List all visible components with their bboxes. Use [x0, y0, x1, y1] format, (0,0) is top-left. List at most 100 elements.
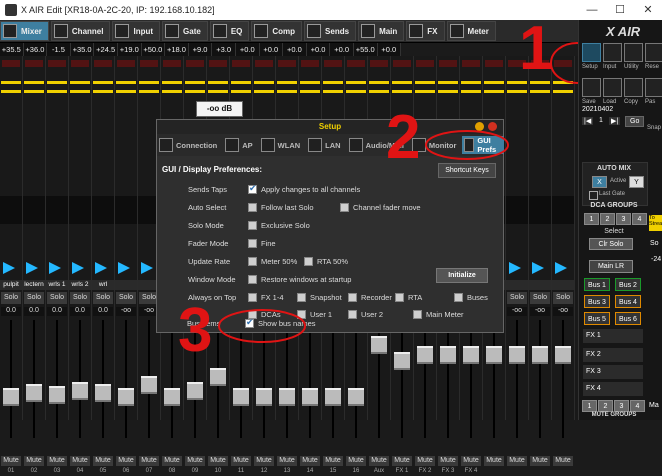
to-stream-button[interactable]: To Strea: [649, 215, 662, 231]
tab-fx[interactable]: FX: [406, 21, 445, 41]
prev-snapshot-button[interactable]: |◀: [582, 117, 594, 125]
play-icon[interactable]: [555, 262, 567, 274]
input-button[interactable]: [603, 43, 622, 62]
tab-wlan[interactable]: WLAN: [259, 136, 300, 154]
fader-knob[interactable]: [417, 346, 433, 364]
tab-mixer[interactable]: Mixer: [0, 21, 49, 41]
bus-3-button[interactable]: Bus 3: [584, 295, 610, 308]
channel-name[interactable]: [552, 280, 574, 290]
bus-1-button[interactable]: Bus 1: [584, 278, 610, 291]
close-button[interactable]: ✕: [634, 0, 662, 20]
mute-button[interactable]: Mute: [484, 456, 504, 466]
solo-button[interactable]: Solo: [24, 292, 44, 304]
dca-1-button[interactable]: 1: [584, 213, 599, 225]
play-icon[interactable]: [3, 262, 15, 274]
mute-button[interactable]: Mute: [369, 456, 389, 466]
fader-knob[interactable]: [210, 368, 226, 386]
tab-ap[interactable]: AP: [223, 136, 253, 154]
tab-eq[interactable]: EQ: [209, 21, 250, 41]
mute-button[interactable]: Mute: [231, 456, 251, 466]
channel-name[interactable]: wrls 2: [69, 280, 91, 290]
apply-all-checkbox[interactable]: [248, 183, 257, 194]
fader-knob[interactable]: [371, 336, 387, 354]
main-lr-button[interactable]: Main LR: [589, 260, 633, 273]
meter-50-checkbox[interactable]: [248, 257, 257, 266]
go-button[interactable]: Go: [625, 116, 645, 127]
bus-5-button[interactable]: Bus 5: [584, 312, 610, 325]
mute-button[interactable]: Mute: [254, 456, 274, 466]
bus-2-button[interactable]: Bus 2: [615, 278, 641, 291]
channel-name[interactable]: lectern: [23, 280, 45, 290]
mute-button[interactable]: Mute: [346, 456, 366, 466]
tab-input[interactable]: Input: [112, 21, 161, 41]
channel-name[interactable]: wrls 1: [46, 280, 68, 290]
mute-button[interactable]: Mute: [162, 456, 182, 466]
eq-thumbnail[interactable]: [0, 196, 22, 224]
eq-thumbnail[interactable]: [552, 196, 574, 224]
solo-button[interactable]: Solo: [70, 292, 90, 304]
fine-checkbox[interactable]: [248, 239, 257, 248]
tab-meter[interactable]: Meter: [446, 21, 496, 41]
last-gate-checkbox[interactable]: [589, 191, 598, 200]
buses-checkbox[interactable]: [454, 293, 463, 302]
solo-button[interactable]: Solo: [93, 292, 113, 304]
fader-knob[interactable]: [440, 346, 456, 364]
fader-knob[interactable]: [72, 382, 88, 400]
auto-mix-y-button[interactable]: Y: [629, 176, 644, 188]
fader-knob[interactable]: [486, 346, 502, 364]
solo-button[interactable]: Solo: [116, 292, 136, 304]
fader-knob[interactable]: [164, 388, 180, 406]
solo-button[interactable]: Solo: [1, 292, 21, 304]
eq-thumbnail[interactable]: [46, 196, 68, 224]
mute-button[interactable]: Mute: [185, 456, 205, 466]
minimize-button[interactable]: —: [578, 0, 606, 20]
mute-button[interactable]: Mute: [93, 456, 113, 466]
recorder-checkbox[interactable]: [348, 293, 357, 302]
snapshot-checkbox[interactable]: [297, 293, 306, 302]
channel-name[interactable]: [529, 280, 551, 290]
fader-move-checkbox[interactable]: [340, 203, 349, 212]
play-icon[interactable]: [49, 262, 61, 274]
play-icon[interactable]: [72, 262, 84, 274]
fader-knob[interactable]: [532, 346, 548, 364]
fader-knob[interactable]: [509, 346, 525, 364]
fader-knob[interactable]: [463, 346, 479, 364]
play-icon[interactable]: [509, 262, 521, 274]
fader-knob[interactable]: [555, 346, 571, 364]
play-icon[interactable]: [532, 262, 544, 274]
fader-knob[interactable]: [187, 382, 203, 400]
mute-button[interactable]: Mute: [277, 456, 297, 466]
restore-windows-checkbox[interactable]: [248, 275, 257, 284]
mute-button[interactable]: Mute: [461, 456, 481, 466]
fader-knob[interactable]: [348, 388, 364, 406]
mute-button[interactable]: Mute: [70, 456, 90, 466]
eq-thumbnail[interactable]: [23, 196, 45, 224]
mute-button[interactable]: Mute: [1, 456, 21, 466]
fader-knob[interactable]: [279, 388, 295, 406]
tab-gate[interactable]: Gate: [162, 21, 208, 41]
bus-4-button[interactable]: Bus 4: [615, 295, 641, 308]
paste-button[interactable]: [645, 78, 662, 97]
channel-name[interactable]: wrl: [92, 280, 114, 290]
setup-button[interactable]: [582, 43, 601, 62]
eq-thumbnail[interactable]: [115, 196, 137, 224]
fader-knob[interactable]: [394, 352, 410, 370]
fx-1-button[interactable]: FX 1: [583, 329, 643, 343]
solo-button[interactable]: Solo: [553, 292, 573, 304]
dca-4-button[interactable]: 4: [632, 213, 647, 225]
solo-button[interactable]: Solo: [530, 292, 550, 304]
mute-button[interactable]: Mute: [116, 456, 136, 466]
maximize-button[interactable]: ☐: [606, 0, 634, 20]
play-icon[interactable]: [118, 262, 130, 274]
reset-button[interactable]: [645, 43, 662, 62]
fader-knob[interactable]: [233, 388, 249, 406]
fader-knob[interactable]: [118, 388, 134, 406]
next-snapshot-button[interactable]: ▶|: [609, 117, 621, 125]
follow-solo-checkbox[interactable]: [248, 203, 257, 212]
mute-button[interactable]: Mute: [139, 456, 159, 466]
fader-knob[interactable]: [325, 388, 341, 406]
fader-knob[interactable]: [256, 388, 272, 406]
rta-checkbox[interactable]: [395, 293, 404, 302]
fader-knob[interactable]: [49, 386, 65, 404]
mute-button[interactable]: Mute: [47, 456, 67, 466]
